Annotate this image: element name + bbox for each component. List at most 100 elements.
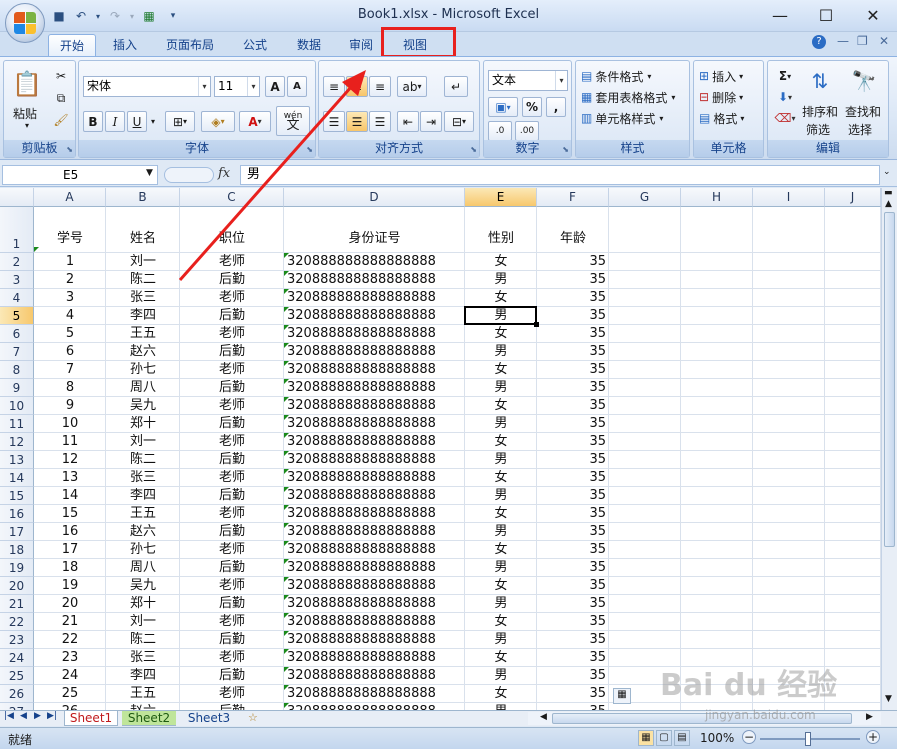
table-cell-c[interactable]: 老师 [183,326,281,342]
table-cell-b[interactable]: 刘一 [109,434,177,450]
column-header-e[interactable]: E [465,188,537,207]
table-cell-c[interactable]: 老师 [183,398,281,414]
table-cell-a[interactable]: 23 [37,650,103,666]
name-box[interactable]: E5 [2,165,158,185]
selected-cell[interactable] [464,306,537,325]
table-cell-a[interactable]: 6 [37,344,103,360]
table-cell-e[interactable]: 女 [468,326,534,342]
table-cell-d[interactable]: 320888888888888888 [287,398,462,414]
fill-handle[interactable] [534,322,539,327]
insert-function-icon[interactable]: fx [218,166,230,181]
table-cell-e[interactable]: 男 [468,344,534,360]
paste-icon[interactable]: 📋 [10,67,44,101]
dialog-launcher-icon[interactable]: ⬊ [470,145,477,154]
row-header-19[interactable]: 19 [0,559,34,577]
table-cell-f[interactable]: 35 [540,254,606,270]
table-cell-f[interactable]: 35 [540,488,606,504]
row-header-7[interactable]: 7 [0,343,34,361]
table-cell-c[interactable]: 后勤 [183,452,281,468]
table-cell-d[interactable]: 320888888888888888 [287,488,462,504]
decrease-decimal-button[interactable]: .00 [515,121,539,141]
table-cell-e[interactable]: 男 [468,524,534,540]
decrease-indent-icon[interactable]: ⇤ [397,111,419,132]
zoom-in-icon[interactable]: + [866,730,880,744]
orientation-icon[interactable]: ab ▾ [397,76,427,97]
row-header-20[interactable]: 20 [0,577,34,595]
table-cell-b[interactable]: 陈二 [109,452,177,468]
table-cell-b[interactable]: 李四 [109,668,177,684]
table-cell-c[interactable]: 老师 [183,542,281,558]
column-header-c[interactable]: C [180,188,284,207]
find-select-label-1[interactable]: 查找和 [845,103,881,120]
column-header-b[interactable]: B [106,188,180,207]
table-cell-c[interactable]: 老师 [183,362,281,378]
table-cell-b[interactable]: 陈二 [109,632,177,648]
ribbon-restore-icon[interactable]: ❐ [857,34,868,48]
column-header-a[interactable]: A [34,188,106,207]
table-cell-d[interactable]: 320888888888888888 [287,560,462,576]
page-layout-view-icon[interactable]: ▢ [656,730,672,746]
table-cell-e[interactable]: 男 [468,596,534,612]
table-cell-c[interactable]: 老师 [183,254,281,270]
table-cell-a[interactable]: 17 [37,542,103,558]
row-header-3[interactable]: 3 [0,271,34,289]
table-cell-a[interactable]: 22 [37,632,103,648]
table-cell-d[interactable]: 320888888888888888 [287,290,462,306]
cell-styles-button[interactable]: ▥ 单元格样式 ▾ [580,108,664,128]
table-cell-b[interactable]: 王五 [109,506,177,522]
borders-icon[interactable]: ⊞ ▾ [165,111,195,132]
zoom-slider-thumb[interactable] [805,732,811,746]
underline-dropdown-icon[interactable]: ▾ [148,111,158,132]
table-cell-a[interactable]: 4 [37,308,103,324]
table-cell-f[interactable]: 35 [540,470,606,486]
number-format-combo[interactable]: 文本 ▾ [488,70,568,91]
font-name-combo[interactable]: 宋体 ▾ [83,76,211,97]
table-cell-f[interactable]: 35 [540,524,606,540]
tab-formulas[interactable]: 公式 [234,34,276,56]
table-cell-b[interactable]: 王五 [109,326,177,342]
table-cell-b[interactable]: 李四 [109,308,177,324]
paste-options-icon[interactable]: ▦ [613,688,631,704]
fill-icon[interactable]: ⬇ ▾ [772,87,798,107]
table-cell-d[interactable]: 320888888888888888 [287,434,462,450]
table-cell-e[interactable]: 女 [468,506,534,522]
row-header-24[interactable]: 24 [0,649,34,667]
table-cell-a[interactable]: 21 [37,614,103,630]
table-cell-f[interactable]: 35 [540,686,606,702]
sheet-tab-1[interactable]: Sheet1 [64,711,118,726]
table-cell-f[interactable]: 35 [540,614,606,630]
table-cell-b[interactable]: 郑十 [109,596,177,612]
format-painter-icon[interactable]: 🖌 [52,111,70,129]
scroll-up-icon[interactable]: ▲ [885,199,892,209]
select-all-corner[interactable] [0,188,34,207]
table-cell-c[interactable]: 后勤 [183,632,281,648]
table-cell-a[interactable]: 7 [37,362,103,378]
table-cell-b[interactable]: 孙七 [109,362,177,378]
minimize-button[interactable]: — [757,0,803,30]
table-cell-d[interactable]: 320888888888888888 [287,362,462,378]
sheet-tab-2[interactable]: Sheet2 [122,711,176,726]
table-cell-a[interactable]: 24 [37,668,103,684]
next-sheet-icon[interactable]: ▶ [34,711,41,721]
insert-cells-button[interactable]: ⊞ 插入 ▾ [698,66,744,86]
row-header-8[interactable]: 8 [0,361,34,379]
table-cell-c[interactable]: 后勤 [183,380,281,396]
tab-page-layout[interactable]: 页面布局 [158,34,222,56]
table-cell-c[interactable]: 老师 [183,650,281,666]
increase-decimal-button[interactable]: .0 [488,121,512,141]
table-cell-e[interactable]: 女 [468,362,534,378]
phonetic-guide-icon[interactable]: wén 文 [276,106,310,136]
table-cell-c[interactable]: 老师 [183,686,281,702]
zoom-level[interactable]: 100% [700,731,734,745]
table-cell-b[interactable]: 郑十 [109,416,177,432]
delete-cells-button[interactable]: ⊟ 删除 ▾ [698,87,744,107]
dialog-launcher-icon[interactable]: ⬊ [66,145,73,154]
row-header-14[interactable]: 14 [0,469,34,487]
row-header-16[interactable]: 16 [0,505,34,523]
tab-data[interactable]: 数据 [288,34,330,56]
table-cell-e[interactable]: 男 [468,560,534,576]
column-header-h[interactable]: H [681,188,753,207]
row-header-5[interactable]: 5 [0,307,34,325]
table-cell-d[interactable]: 320888888888888888 [287,308,462,324]
table-cell-e[interactable]: 男 [468,272,534,288]
